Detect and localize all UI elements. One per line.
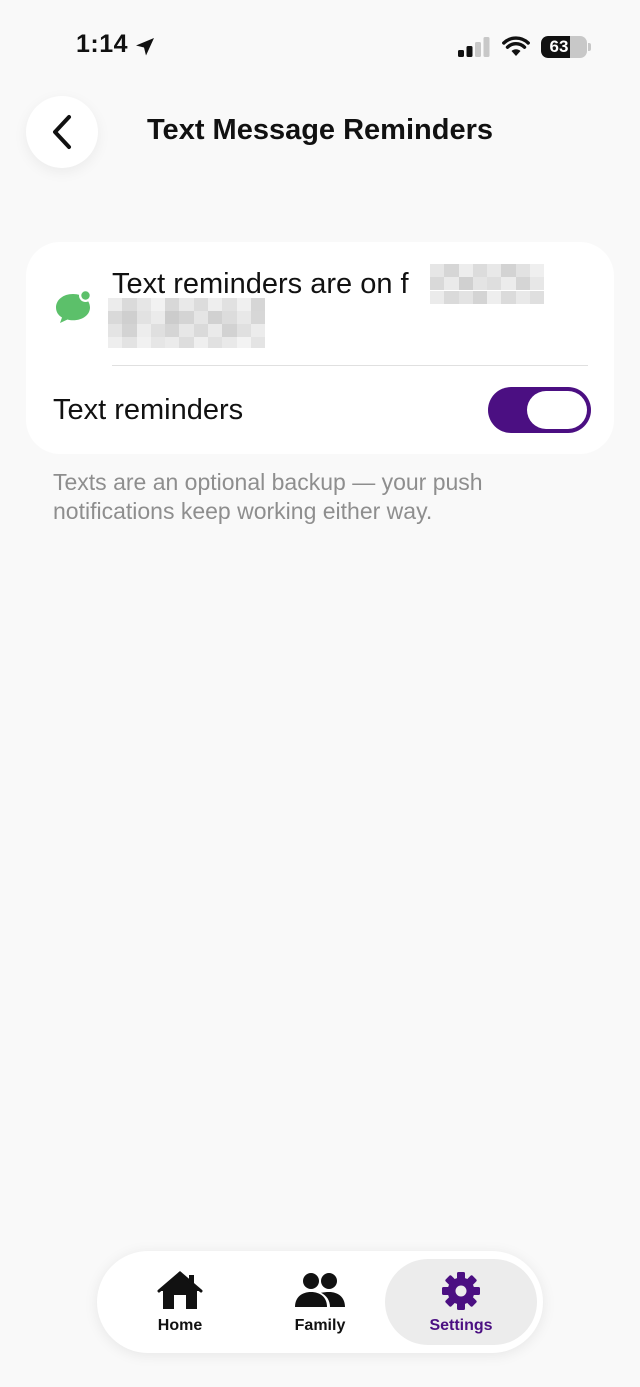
footnote-text: Texts are an optional backup — your push… xyxy=(53,469,483,524)
wifi-icon xyxy=(502,36,530,56)
text-reminders-label: Text reminders xyxy=(53,394,244,426)
status-time: 1:14 xyxy=(76,30,129,58)
redacted-phone-number xyxy=(430,264,546,304)
cellular-signal-icon xyxy=(458,37,490,57)
tab-family-label: Family xyxy=(294,1317,346,1334)
tab-settings[interactable]: Settings xyxy=(385,1259,537,1345)
status-bar: 1:14 63 xyxy=(0,0,640,90)
reminder-status-text: Text reminders are on f xyxy=(112,268,409,300)
text-reminders-toggle[interactable] xyxy=(488,387,591,433)
battery-indicator: 63 xyxy=(541,36,587,58)
tab-family[interactable]: Family xyxy=(245,1259,395,1345)
tab-settings-label: Settings xyxy=(429,1317,493,1334)
toggle-knob xyxy=(527,391,587,429)
screen: 1:14 63 Text Message Reminders Text remi… xyxy=(0,0,640,1387)
gear-icon xyxy=(442,1272,480,1310)
bottom-tab-bar: Home Family Settings xyxy=(97,1251,543,1353)
battery-level: 63 xyxy=(549,37,569,56)
tab-home[interactable]: Home xyxy=(105,1259,255,1345)
chat-bubble-icon xyxy=(56,289,92,323)
family-icon xyxy=(295,1273,345,1307)
location-arrow-icon xyxy=(136,38,154,56)
page-title: Text Message Reminders xyxy=(147,114,493,146)
home-icon xyxy=(157,1271,203,1309)
card-divider xyxy=(112,365,588,366)
text-reminders-card: Text reminders are on f Text reminders xyxy=(26,242,614,454)
battery-nub xyxy=(588,43,591,51)
tab-home-label: Home xyxy=(157,1317,203,1334)
redacted-phone-number-continued xyxy=(108,298,268,348)
